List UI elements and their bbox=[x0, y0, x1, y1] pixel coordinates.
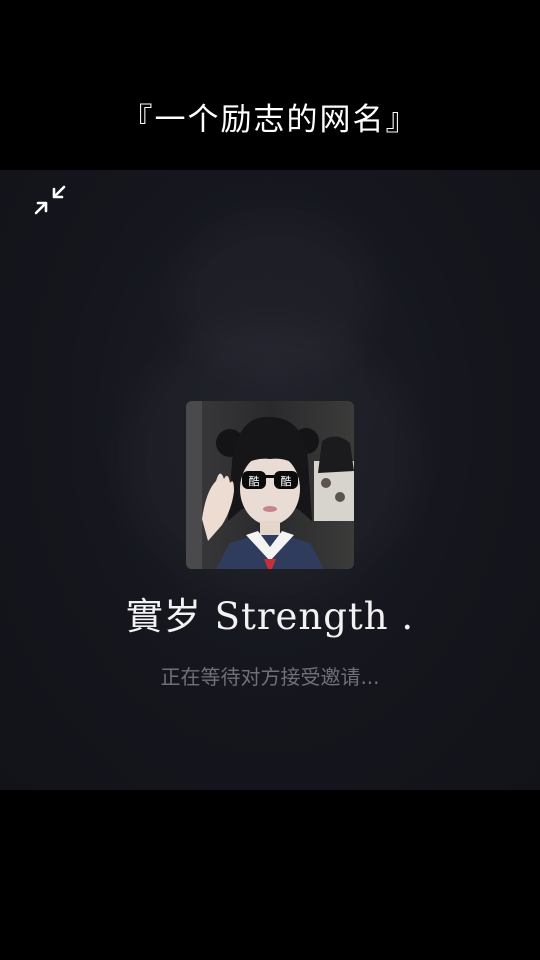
call-status-text: 正在等待对方接受邀请... bbox=[160, 665, 380, 689]
sunglasses-sticker-right: 酷 bbox=[281, 475, 292, 488]
video-caption: 『一个励志的网名』 bbox=[121, 102, 419, 138]
page: 『一个励志的网名』 酷 酷 實岁 Strength . 正在等待对方接受邀请..… bbox=[0, 0, 540, 960]
minimize-call-button[interactable] bbox=[30, 182, 70, 222]
contact-avatar: 酷 酷 bbox=[186, 401, 354, 569]
minimize-arrows-icon bbox=[34, 185, 66, 215]
voice-call-screen: 酷 酷 實岁 Strength . 正在等待对方接受邀请... bbox=[0, 170, 540, 790]
sunglasses-sticker-left: 酷 bbox=[249, 475, 260, 488]
contact-name: 實岁 Strength . bbox=[125, 595, 415, 638]
